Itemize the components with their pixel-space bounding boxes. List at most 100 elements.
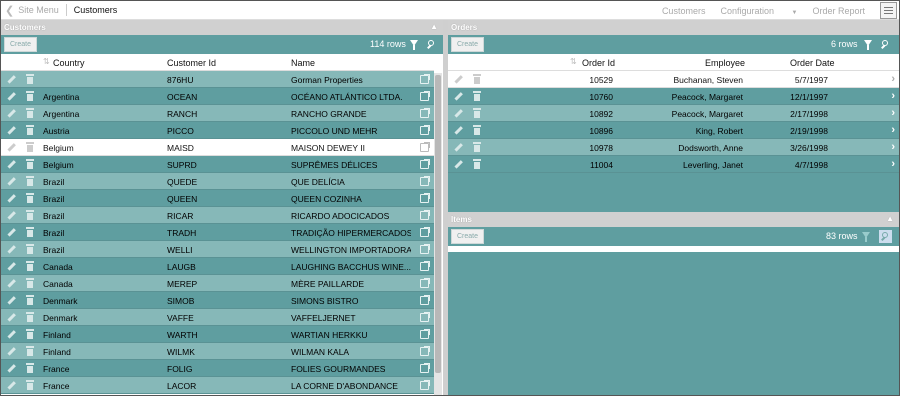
pencil-icon[interactable]: [453, 74, 463, 84]
external-link-icon[interactable]: [420, 176, 430, 186]
search-icon[interactable]: [879, 38, 892, 51]
pencil-icon[interactable]: [453, 108, 463, 118]
menu-item-order-report[interactable]: Order Report: [812, 6, 865, 16]
table-row[interactable]: Brazil RICAR RICARDO ADOCICADOS: [1, 207, 434, 224]
trash-icon[interactable]: [473, 108, 481, 118]
trash-icon[interactable]: [26, 210, 34, 220]
trash-icon[interactable]: [26, 346, 34, 356]
pencil-icon[interactable]: [6, 210, 16, 220]
table-row[interactable]: Denmark SIMOB SIMONS BISTRO: [1, 292, 434, 309]
table-row[interactable]: Canada LAUGB LAUGHING BACCHUS WINE...: [1, 258, 434, 275]
external-link-icon[interactable]: [420, 380, 430, 390]
external-link-icon[interactable]: [420, 159, 430, 169]
pencil-icon[interactable]: [6, 329, 16, 339]
table-row[interactable]: Austria PICCO PICCOLO UND MEHR: [1, 122, 434, 139]
external-link-icon[interactable]: [420, 74, 430, 84]
trash-icon[interactable]: [26, 380, 34, 390]
pencil-icon[interactable]: [6, 380, 16, 390]
hamburger-menu-icon[interactable]: [880, 2, 897, 19]
trash-icon[interactable]: [473, 74, 481, 84]
pin-icon[interactable]: ▲: [886, 214, 894, 223]
create-item-button[interactable]: Create: [451, 229, 485, 244]
table-row[interactable]: France LACOR LA CORNE D'ABONDANCE: [1, 377, 434, 394]
external-link-icon[interactable]: [420, 244, 430, 254]
create-customer-button[interactable]: Create: [4, 37, 38, 52]
pencil-icon[interactable]: [6, 244, 16, 254]
pencil-icon[interactable]: [6, 193, 16, 203]
trash-icon[interactable]: [473, 159, 481, 169]
customers-scrollbar-thumb[interactable]: [435, 75, 441, 373]
trash-icon[interactable]: [26, 193, 34, 203]
table-row[interactable]: 10978 Dodsworth, Anne 3/26/1998 ›: [448, 139, 899, 156]
table-row[interactable]: Brazil QUEDE QUE DELÍCIA: [1, 173, 434, 190]
external-link-icon[interactable]: [420, 363, 430, 373]
trash-icon[interactable]: [26, 108, 34, 118]
table-row[interactable]: Brazil QUEEN QUEEN COZINHA: [1, 190, 434, 207]
chevron-right-icon[interactable]: ›: [891, 73, 895, 85]
table-row[interactable]: Denmark VAFFE VAFFELJERNET: [1, 309, 434, 326]
external-link-icon[interactable]: [420, 193, 430, 203]
chevron-right-icon[interactable]: ›: [891, 141, 895, 153]
table-row[interactable]: 11004 Leverling, Janet 4/7/1998 ›: [448, 156, 899, 173]
pencil-icon[interactable]: [6, 159, 16, 169]
external-link-icon[interactable]: [420, 125, 430, 135]
table-row[interactable]: 10529 Buchanan, Steven 5/7/1997 ›: [448, 71, 899, 88]
trash-icon[interactable]: [26, 159, 34, 169]
pencil-icon[interactable]: [6, 278, 16, 288]
trash-icon[interactable]: [26, 125, 34, 135]
external-link-icon[interactable]: [420, 346, 430, 356]
external-link-icon[interactable]: [420, 295, 430, 305]
trash-icon[interactable]: [26, 295, 34, 305]
pencil-icon[interactable]: [6, 74, 16, 84]
trash-icon[interactable]: [473, 91, 481, 101]
table-row[interactable]: Finland WILMK WILMAN KALA: [1, 343, 434, 360]
table-row[interactable]: Argentina OCEAN OCÉANO ATLÁNTICO LTDA.: [1, 88, 434, 105]
pin-icon[interactable]: ▲: [430, 22, 438, 31]
table-row[interactable]: Brazil TRADH TRADIÇÃO HIPERMERCADOS: [1, 224, 434, 241]
trash-icon[interactable]: [26, 312, 34, 322]
customers-scrollbar[interactable]: [434, 73, 442, 395]
column-customer-id[interactable]: Customer Id: [167, 58, 216, 68]
pencil-icon[interactable]: [453, 142, 463, 152]
table-row[interactable]: 876HU Gorman Properties: [1, 71, 434, 88]
pencil-icon[interactable]: [6, 227, 16, 237]
pencil-icon[interactable]: [453, 91, 463, 101]
trash-icon[interactable]: [26, 244, 34, 254]
column-order-date[interactable]: Order Date: [790, 58, 835, 68]
table-row[interactable]: 10896 King, Robert 2/19/1998 ›: [448, 122, 899, 139]
column-country[interactable]: Country: [53, 58, 85, 68]
pencil-icon[interactable]: [6, 261, 16, 271]
table-row[interactable]: 10760 Peacock, Margaret 12/1/1997 ›: [448, 88, 899, 105]
external-link-icon[interactable]: [420, 91, 430, 101]
external-link-icon[interactable]: [420, 278, 430, 288]
chevron-right-icon[interactable]: ›: [891, 90, 895, 102]
pencil-icon[interactable]: [6, 346, 16, 356]
trash-icon[interactable]: [26, 176, 34, 186]
pencil-icon[interactable]: [6, 312, 16, 322]
column-name[interactable]: Name: [291, 58, 315, 68]
trash-icon[interactable]: [26, 363, 34, 373]
filter-icon[interactable]: [864, 40, 872, 50]
chevron-right-icon[interactable]: ›: [891, 158, 895, 170]
external-link-icon[interactable]: [420, 312, 430, 322]
search-icon[interactable]: [425, 38, 438, 51]
table-row[interactable]: Brazil WELLI WELLINGTON IMPORTADORA: [1, 241, 434, 258]
trash-icon[interactable]: [26, 278, 34, 288]
pencil-icon[interactable]: [6, 108, 16, 118]
table-row[interactable]: 10892 Peacock, Margaret 2/17/1998 ›: [448, 105, 899, 122]
chevron-right-icon[interactable]: ›: [891, 107, 895, 119]
column-employee[interactable]: Employee: [705, 58, 745, 68]
menu-item-configuration[interactable]: Configuration ▼: [720, 6, 797, 16]
pencil-icon[interactable]: [6, 363, 16, 373]
table-row[interactable]: Argentina RANCH RANCHO GRANDE: [1, 105, 434, 122]
trash-icon[interactable]: [26, 329, 34, 339]
chevron-right-icon[interactable]: ›: [891, 124, 895, 136]
trash-icon[interactable]: [26, 142, 34, 152]
external-link-icon[interactable]: [420, 108, 430, 118]
trash-icon[interactable]: [473, 125, 481, 135]
trash-icon[interactable]: [26, 74, 34, 84]
menu-item-customers[interactable]: Customers: [662, 6, 706, 16]
external-link-icon[interactable]: [420, 142, 430, 152]
column-order-id[interactable]: Order Id: [582, 58, 615, 68]
table-row[interactable]: France FOLIG FOLIES GOURMANDES: [1, 360, 434, 377]
